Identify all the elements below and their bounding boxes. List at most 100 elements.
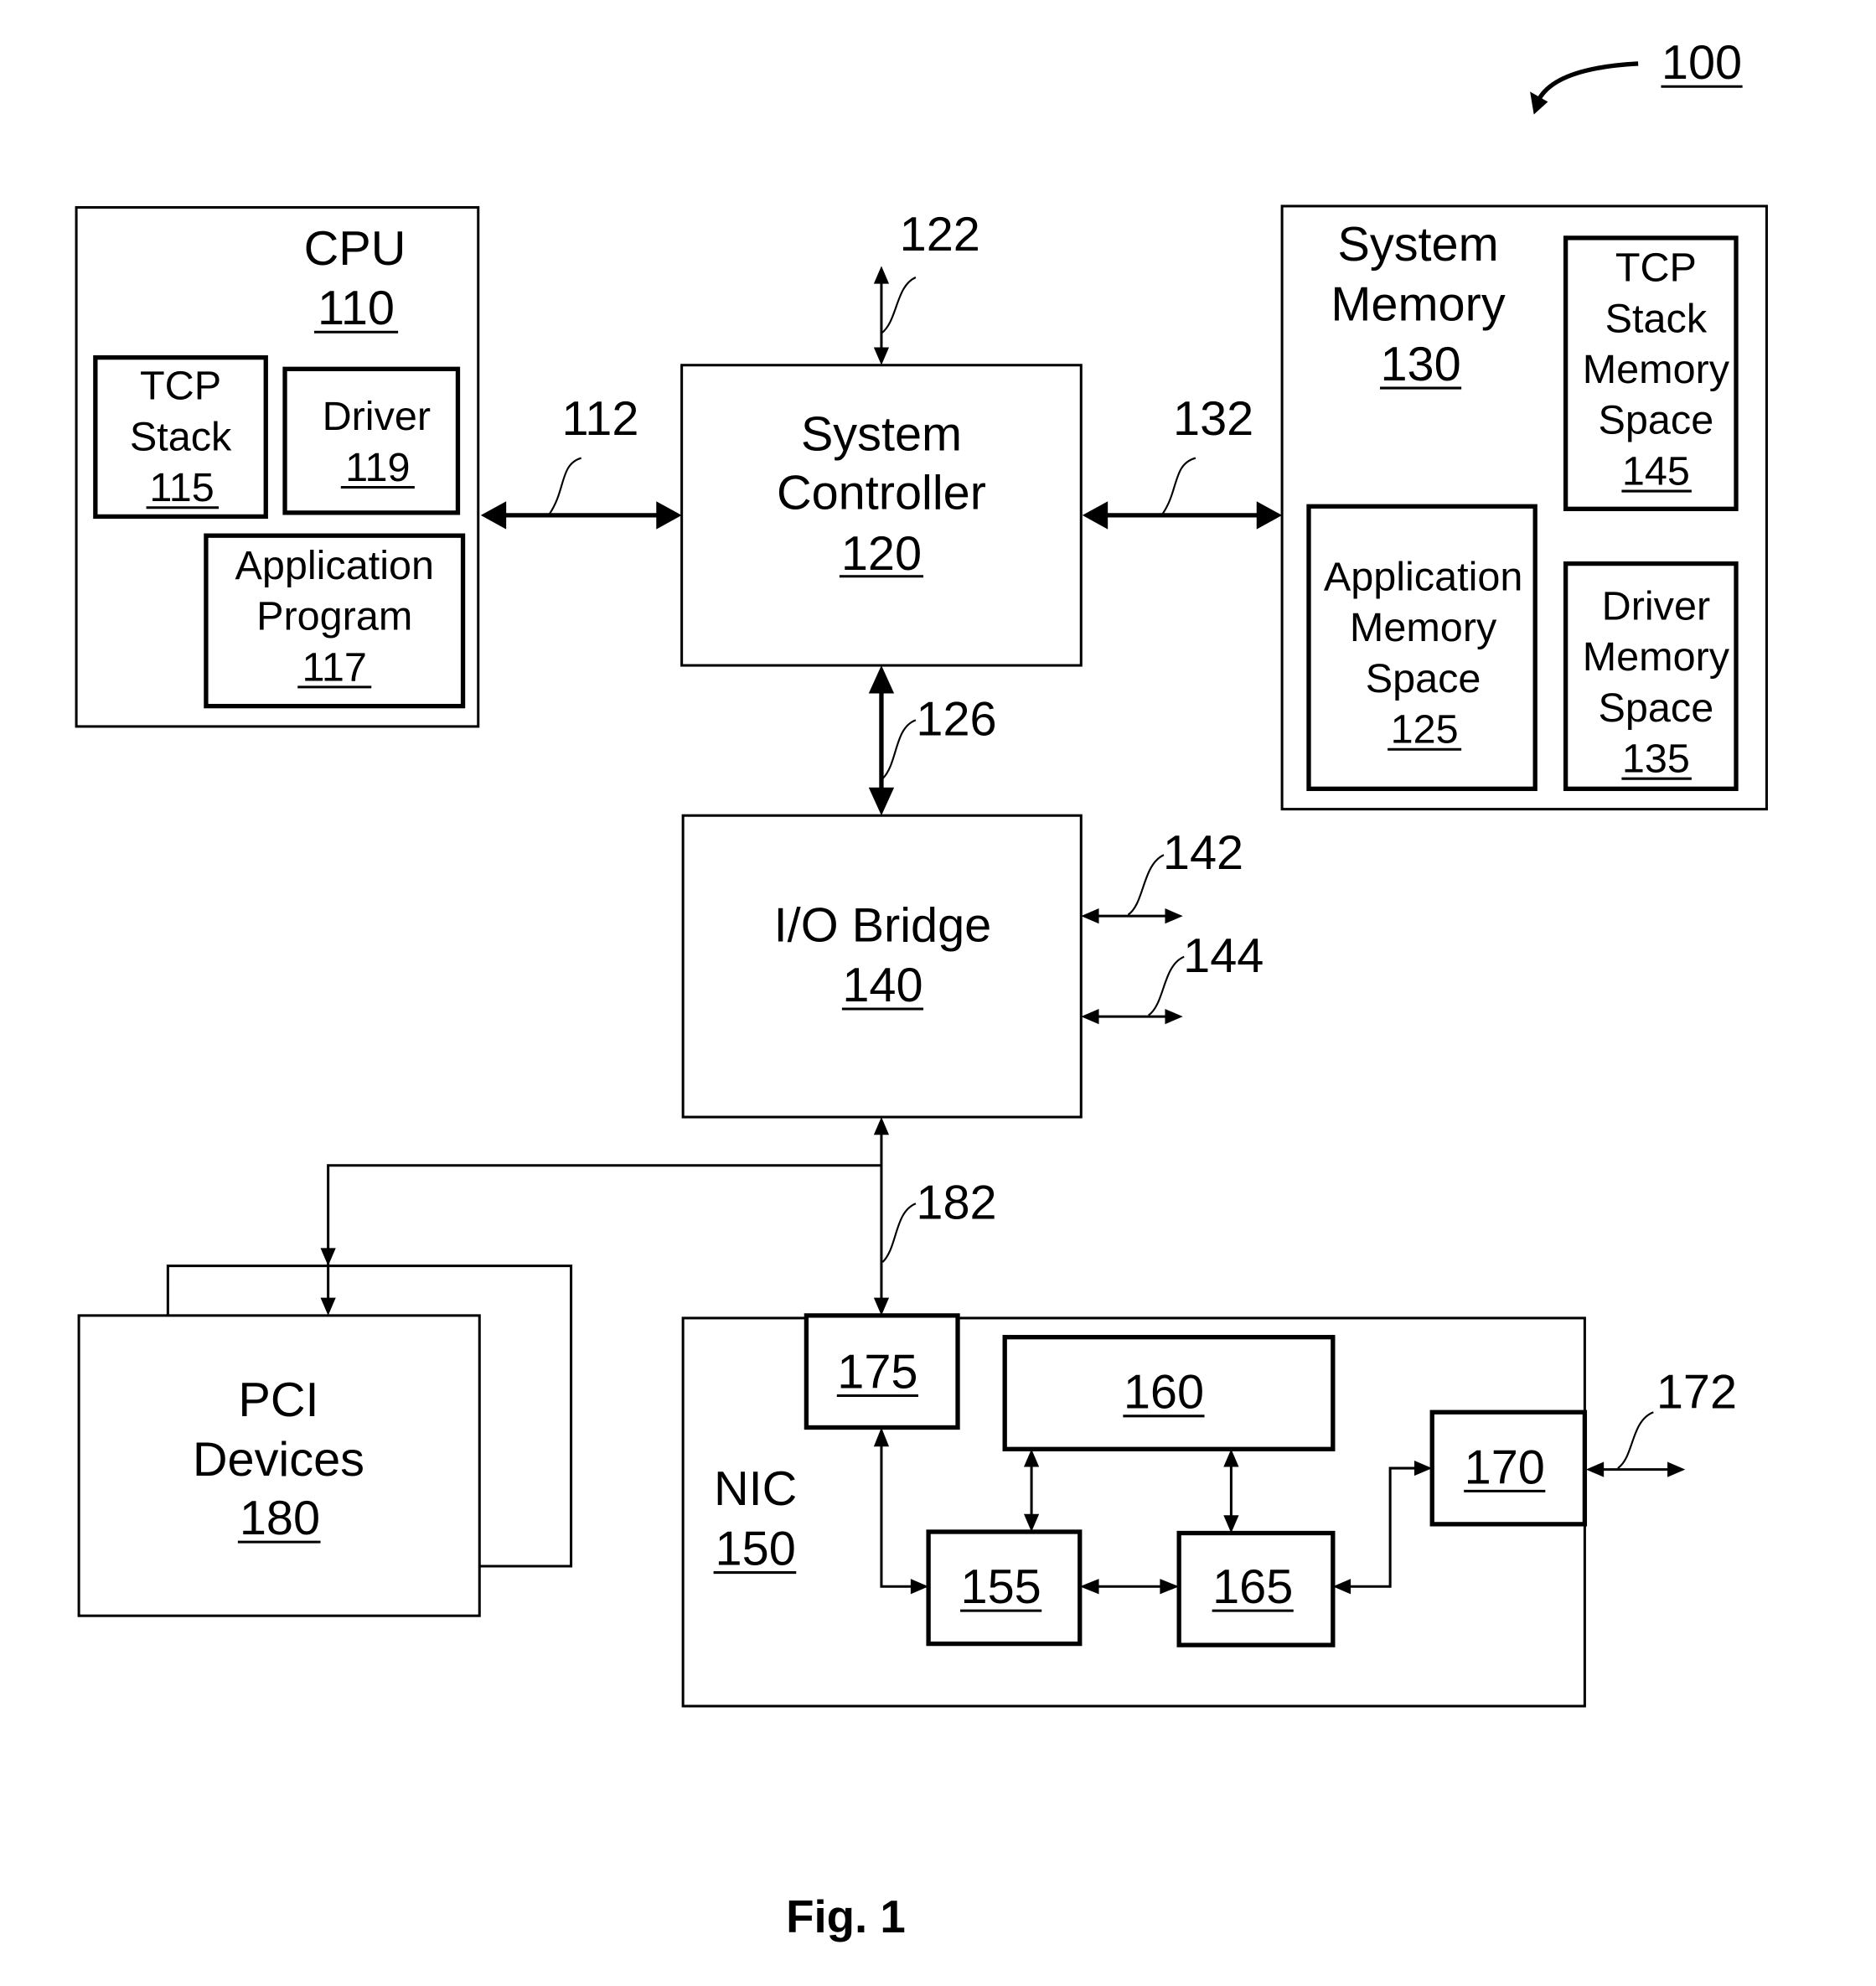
nic-170-ref: 170 xyxy=(1465,1440,1545,1494)
driver-memory-space-line-2: Memory xyxy=(1583,634,1730,680)
system-memory-line-1: System xyxy=(1337,218,1498,272)
nic-title: NIC xyxy=(714,1462,797,1516)
bus-132-label: 132 xyxy=(1173,392,1253,446)
tcp-stack-memory-space-line-1: TCP xyxy=(1615,246,1697,291)
bus-144: 144 xyxy=(1081,929,1264,1025)
nic-ref: 150 xyxy=(716,1522,796,1575)
bus-182-arrow-down-nic xyxy=(873,1297,890,1316)
bus-144-arrow-left xyxy=(1081,1008,1099,1025)
driver-memory-space-block[interactable]: Driver Memory Space 135 xyxy=(1563,561,1739,791)
tcp-stack-ref: 115 xyxy=(149,465,214,510)
tcp-stack-block[interactable]: TCP Stack 115 xyxy=(93,354,268,520)
bus-112-leader xyxy=(548,457,582,515)
bus-132-arrow-left xyxy=(1082,501,1109,530)
nic-155-ref: 155 xyxy=(961,1560,1041,1614)
system-controller-block[interactable]: System Controller 120 xyxy=(680,364,1083,667)
bus-172-label: 172 xyxy=(1656,1366,1737,1420)
driver-line-1: Driver xyxy=(323,394,431,439)
nic-175-block[interactable]: 175 xyxy=(804,1313,960,1430)
bus-122: 122 xyxy=(873,208,980,365)
tcp-stack-memory-space-ref: 145 xyxy=(1622,448,1690,494)
figure-ref-label: 100 xyxy=(1662,36,1742,90)
bus-132: 132 xyxy=(1082,392,1283,530)
nic-165-ref: 165 xyxy=(1212,1560,1293,1614)
nic-155-block[interactable]: 155 xyxy=(926,1529,1083,1647)
figure-reference-100: 100 xyxy=(1530,36,1743,115)
bus-112-label: 112 xyxy=(562,392,639,446)
bus-182-arrow-pci-rear xyxy=(320,1248,336,1266)
driver-memory-space-line-1: Driver xyxy=(1602,583,1710,628)
bus-182-arrow-up xyxy=(873,1117,890,1135)
tcp-stack-memory-space-block[interactable]: TCP Stack Memory Space 145 xyxy=(1563,235,1739,511)
application-program-ref: 117 xyxy=(302,644,367,690)
tcp-stack-memory-space-line-3: Memory xyxy=(1583,347,1730,392)
bus-126: 126 xyxy=(868,665,997,816)
figure-caption: Fig. 1 xyxy=(786,1891,906,1942)
bus-182-arrow-pci-front xyxy=(320,1297,336,1316)
bus-122-leader xyxy=(881,277,917,334)
application-memory-space-block[interactable]: Application Memory Space 125 xyxy=(1306,504,1537,791)
tcp-stack-memory-space-line-2: Stack xyxy=(1605,296,1708,341)
driver-memory-space-ref: 135 xyxy=(1622,737,1690,782)
pci-devices-line-1: PCI xyxy=(238,1373,318,1427)
system-controller-ref: 120 xyxy=(841,527,922,581)
bus-142-leader xyxy=(1127,854,1165,916)
bus-126-arrow-up xyxy=(868,665,895,694)
driver-ref: 119 xyxy=(345,445,410,490)
io-bridge-ref: 140 xyxy=(842,959,922,1012)
bus-172-arrow-right xyxy=(1667,1461,1686,1477)
bus-122-arrow-up xyxy=(873,266,890,284)
io-bridge-block[interactable]: I/O Bridge 140 xyxy=(681,814,1083,1119)
bus-132-arrow-right xyxy=(1256,501,1283,530)
bus-182-branch-pci xyxy=(327,1164,881,1301)
nic-160-block[interactable]: 160 xyxy=(1002,1335,1336,1451)
system-memory-ref: 130 xyxy=(1380,338,1460,391)
tcp-stack-line-1: TCP xyxy=(140,364,221,409)
nic-170-block[interactable]: 170 xyxy=(1429,1409,1588,1527)
system-block-diagram: 100 CPU 110 TCP Stack 115 Driver 119 App… xyxy=(75,36,1768,1942)
bus-112-arrow-left xyxy=(480,501,507,530)
bus-142: 142 xyxy=(1081,826,1243,924)
bus-172-arrow-left xyxy=(1585,1461,1605,1477)
application-program-block[interactable]: Application Program 117 xyxy=(204,533,466,709)
application-memory-space-line-3: Space xyxy=(1366,656,1481,701)
system-controller-line-2: Controller xyxy=(777,466,986,520)
bus-182-label: 182 xyxy=(916,1176,996,1229)
cpu-ref: 110 xyxy=(318,282,395,335)
bus-142-arrow-left xyxy=(1081,908,1099,924)
cpu-title: CPU xyxy=(304,222,406,276)
tcp-stack-line-2: Stack xyxy=(130,414,232,459)
reference-arrow-curve xyxy=(1537,61,1639,101)
bus-144-leader xyxy=(1148,955,1185,1016)
tcp-stack-memory-space-line-4: Space xyxy=(1599,398,1714,443)
bus-182: 182 xyxy=(320,1117,997,1316)
pci-devices-line-2: Devices xyxy=(193,1433,364,1487)
nic-165-block[interactable]: 165 xyxy=(1176,1530,1336,1647)
io-bridge-line-1: I/O Bridge xyxy=(774,899,992,953)
bus-144-label: 144 xyxy=(1183,929,1264,983)
bus-132-leader xyxy=(1161,457,1196,515)
nic-175-ref: 175 xyxy=(837,1345,917,1399)
bus-122-arrow-down xyxy=(873,347,890,365)
bus-144-arrow-right xyxy=(1165,1008,1183,1025)
bus-142-arrow-right xyxy=(1165,908,1183,924)
system-controller-line-1: System xyxy=(801,407,962,461)
bus-112-arrow-right xyxy=(656,501,682,530)
nic-160-ref: 160 xyxy=(1124,1366,1204,1420)
driver-box xyxy=(282,366,461,515)
driver-block[interactable]: Driver 119 xyxy=(282,366,461,515)
bus-126-arrow-down xyxy=(868,787,895,816)
system-memory-line-2: Memory xyxy=(1331,278,1505,332)
bus-126-leader xyxy=(881,719,917,779)
bus-172-leader xyxy=(1617,1411,1654,1469)
driver-memory-space-line-3: Space xyxy=(1599,685,1714,731)
pci-devices-ref: 180 xyxy=(240,1492,320,1545)
bus-126-label: 126 xyxy=(916,693,996,747)
bus-172: 172 xyxy=(1585,1366,1737,1477)
pci-devices-block[interactable]: PCI Devices 180 xyxy=(77,1265,573,1617)
application-memory-space-line-2: Memory xyxy=(1350,605,1497,650)
application-memory-space-line-1: Application xyxy=(1324,554,1523,599)
application-memory-space-ref: 125 xyxy=(1391,707,1459,753)
application-program-line-1: Application xyxy=(235,543,434,588)
bus-182-leader xyxy=(881,1202,917,1263)
